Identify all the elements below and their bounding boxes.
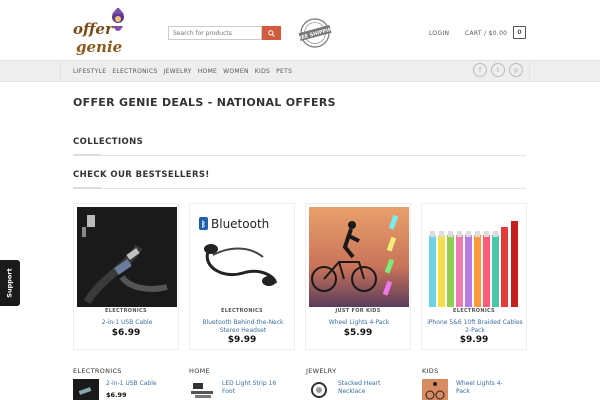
free-shipping-stamp: FREE SHIPPING	[294, 18, 337, 48]
list-heading-electronics: ELECTRONICS	[73, 367, 122, 375]
cart-link[interactable]: CART / $0.00	[465, 30, 507, 37]
list-heading-kids: KIDS	[422, 367, 439, 375]
twitter-icon[interactable]: t	[491, 63, 505, 77]
svg-text:ᛒ: ᛒ	[201, 220, 206, 229]
product-price: $5.99	[343, 328, 373, 338]
list-item-name[interactable]: 2-in-1 USB Cable	[106, 380, 157, 388]
product-card[interactable]: ELECTRONICS 2-in-1 USB Cable $6.99	[73, 203, 179, 350]
product-category: ELECTRONICS	[221, 308, 263, 314]
search-input[interactable]	[168, 26, 262, 40]
support-label: Support	[6, 268, 14, 298]
login-link[interactable]: LOGIN	[429, 30, 449, 37]
product-image[interactable]	[425, 207, 525, 307]
nav-item-pets[interactable]: PETS	[276, 68, 292, 75]
list-item-image[interactable]	[306, 379, 332, 400]
search-icon	[268, 29, 275, 37]
product-price: $9.99	[227, 335, 257, 345]
list-heading-jewelry: JEWELRY	[306, 367, 337, 375]
nav-item-kids[interactable]: KIDS	[255, 68, 270, 75]
product-category: JUST FOR KIDS	[335, 308, 381, 314]
product-name[interactable]: 2-in-1 USB Cable	[78, 319, 176, 327]
divider	[73, 155, 526, 156]
pinterest-icon[interactable]: p	[509, 63, 523, 77]
bestsellers-heading: CHECK OUR BESTSELLERS!	[73, 170, 210, 180]
divider	[73, 188, 526, 189]
divider-accent	[73, 187, 101, 189]
list-item-name[interactable]: LED Light Strip 16 Foot	[222, 380, 282, 396]
support-tab[interactable]: Support	[0, 260, 20, 306]
list-item-image[interactable]	[422, 379, 448, 400]
list-item-name[interactable]: Stacked Heart Necklace	[338, 380, 398, 396]
list-heading-home: HOME	[189, 367, 210, 375]
product-price: $6.99	[111, 328, 141, 338]
cart-count: 0	[517, 29, 522, 36]
collections-heading: COLLECTIONS	[73, 137, 144, 147]
list-item-name[interactable]: Wheel Lights 4-Pack	[456, 380, 516, 396]
nav-item-electronics[interactable]: ELECTRONICS	[112, 68, 157, 75]
divider-accent	[73, 154, 101, 156]
nav-item-women[interactable]: WOMEN	[223, 68, 249, 75]
list-item-image[interactable]	[189, 379, 215, 400]
bluetooth-logo-text: Bluetooth	[211, 217, 269, 231]
cart-icon[interactable]: 0	[513, 26, 526, 39]
search-bar	[168, 26, 281, 40]
product-name[interactable]: iPhone 5&6 10ft Braided Cables 2-Pack	[426, 319, 524, 335]
page-title: OFFER GENIE DEALS - NATIONAL OFFERS	[73, 96, 336, 109]
list-item-image[interactable]	[73, 379, 99, 400]
product-card[interactable]: ᛒ Bluetooth ELECTRONICS Bluetooth Behind…	[189, 203, 295, 350]
facebook-icon[interactable]: f	[473, 63, 487, 77]
site-header: offer genie FREE SHIPPING LOGIN CART / $…	[0, 0, 600, 60]
product-category: ELECTRONICS	[453, 308, 495, 314]
product-name[interactable]: Bluetooth Behind-the-Neck Stereo Headset	[194, 319, 292, 335]
product-price: $9.99	[459, 335, 489, 345]
svg-text:offer: offer	[73, 20, 114, 38]
product-image[interactable]	[309, 207, 409, 307]
product-image[interactable]: ᛒ Bluetooth	[193, 207, 293, 307]
product-image[interactable]	[77, 207, 177, 307]
product-card[interactable]: ELECTRONICS iPhone 5&6 10ft Braided Cabl…	[421, 203, 527, 350]
site-logo[interactable]: offer genie	[73, 7, 135, 56]
nav-item-home[interactable]: HOME	[198, 68, 217, 75]
product-card[interactable]: JUST FOR KIDS Wheel Lights 4-Pack $5.99	[305, 203, 411, 350]
svg-text:genie: genie	[76, 38, 122, 56]
search-button[interactable]	[262, 26, 281, 40]
product-name[interactable]: Wheel Lights 4-Pack	[310, 319, 408, 327]
nav-item-jewelry[interactable]: JEWELRY	[164, 68, 192, 75]
product-category: ELECTRONICS	[105, 308, 147, 314]
main-nav: LIFESTYLE ELECTRONICS JEWELRY HOME WOMEN…	[73, 68, 292, 75]
list-item-price: $6.99	[106, 391, 127, 399]
nav-item-lifestyle[interactable]: LIFESTYLE	[73, 68, 106, 75]
